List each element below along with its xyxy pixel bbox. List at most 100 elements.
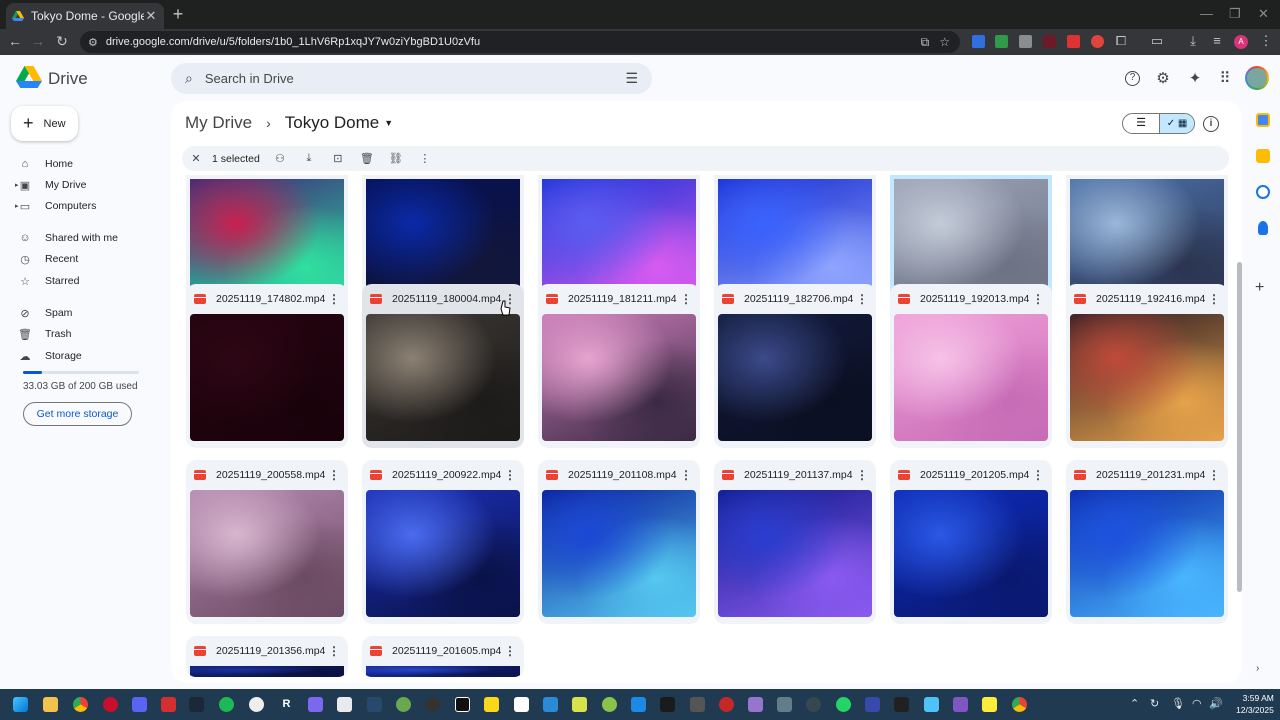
- reload-icon[interactable]: ↻: [53, 33, 71, 50]
- sidebar-item-spam[interactable]: ⊘ Spam: [18, 304, 72, 322]
- details-info-icon[interactable]: i: [1203, 116, 1219, 132]
- wifi-icon[interactable]: ◠: [1192, 697, 1202, 710]
- bookmark-star-icon[interactable]: ☆: [939, 35, 950, 49]
- file-card[interactable]: 20251119_200558.mp4 ⋮: [186, 460, 348, 624]
- install-app-icon[interactable]: ⧉: [921, 35, 930, 50]
- more-options-icon[interactable]: ⋮: [1208, 468, 1220, 482]
- video-thumbnail[interactable]: [1070, 490, 1224, 617]
- tab-close-icon[interactable]: ✕: [144, 8, 158, 24]
- file-card[interactable]: 20251119_192013.mp4 ⋮: [890, 284, 1052, 448]
- video-thumbnail[interactable]: [366, 490, 520, 617]
- video-thumbnail[interactable]: [366, 314, 520, 441]
- account-avatar[interactable]: [1245, 66, 1269, 90]
- more-options-icon[interactable]: ⋮: [328, 468, 340, 482]
- app-icon[interactable]: [249, 697, 264, 712]
- file-card[interactable]: 20251119_201108.mp4 ⋮: [538, 460, 700, 624]
- extension-icon[interactable]: [1043, 35, 1056, 48]
- gemini-sparkle-icon[interactable]: ✦: [1186, 70, 1204, 88]
- app-icon[interactable]: [572, 697, 587, 712]
- file-card[interactable]: 20251119_200922.mp4 ⋮: [362, 460, 524, 624]
- more-options-icon[interactable]: ⋮: [1032, 468, 1044, 482]
- tab-search-icon[interactable]: ▭: [1149, 33, 1165, 49]
- app-icon[interactable]: [690, 697, 705, 712]
- tasks-icon[interactable]: [1256, 185, 1270, 199]
- calendar-icon[interactable]: [1256, 113, 1270, 127]
- sidebar-item-storage[interactable]: ☁ Storage: [18, 347, 82, 365]
- tray-overflow-icon[interactable]: ⌃: [1130, 697, 1139, 710]
- file-card[interactable]: 20251119_192416.mp4 ⋮: [1066, 284, 1228, 448]
- app-icon[interactable]: [308, 697, 323, 712]
- more-options-icon[interactable]: ⋮: [1208, 292, 1220, 306]
- app-icon[interactable]: [806, 697, 821, 712]
- spotify-icon[interactable]: [219, 697, 234, 712]
- file-card[interactable]: 20251119_201605.mp4 ⋮: [362, 636, 524, 677]
- window-close-icon[interactable]: ✕: [1258, 6, 1269, 22]
- opera-icon[interactable]: [103, 697, 118, 712]
- app-icon[interactable]: [337, 697, 352, 712]
- new-button[interactable]: + New: [11, 106, 78, 141]
- chrome-profile-icon[interactable]: [1012, 697, 1027, 712]
- sidebar-item-computers[interactable]: ▸ ▭ Computers: [15, 197, 96, 215]
- get-more-storage-button[interactable]: Get more storage: [23, 402, 132, 426]
- sheets-extension-icon[interactable]: [995, 35, 1008, 48]
- app-icon[interactable]: [924, 697, 939, 712]
- breadcrumb-my-drive[interactable]: My Drive: [185, 113, 252, 133]
- site-info-icon[interactable]: ⚙: [88, 36, 98, 49]
- sidebar-item-recent[interactable]: ◷ Recent: [18, 250, 78, 268]
- settings-gear-icon[interactable]: ⚙: [1154, 70, 1172, 88]
- more-options-icon[interactable]: ⋮: [504, 468, 516, 482]
- video-thumbnail[interactable]: [542, 490, 696, 617]
- add-addon-icon[interactable]: +: [1255, 279, 1264, 297]
- sidebar-item-shared[interactable]: ☺ Shared with me: [18, 229, 118, 247]
- expand-caret-icon[interactable]: ▸: [15, 202, 19, 210]
- search-options-icon[interactable]: ☰: [625, 70, 638, 87]
- sidebar-item-trash[interactable]: 🗑 Trash: [18, 325, 71, 343]
- app-icon[interactable]: [894, 697, 909, 712]
- app-icon[interactable]: [953, 697, 968, 712]
- video-thumbnail[interactable]: [190, 314, 344, 441]
- app-icon[interactable]: [777, 697, 792, 712]
- video-thumbnail[interactable]: [894, 314, 1048, 441]
- app-icon[interactable]: [660, 697, 675, 712]
- forward-icon[interactable]: →: [29, 33, 47, 49]
- notepad-icon[interactable]: [514, 697, 529, 712]
- sidebar-item-starred[interactable]: ☆ Starred: [18, 272, 79, 290]
- trash-icon[interactable]: 🗑: [357, 152, 377, 165]
- app-icon[interactable]: [748, 697, 763, 712]
- start-icon[interactable]: [13, 697, 28, 712]
- app-icon[interactable]: [602, 697, 617, 712]
- more-options-icon[interactable]: ⋮: [504, 644, 516, 658]
- app-icon[interactable]: [367, 697, 382, 712]
- tray-mic-icon[interactable]: 🎙: [1171, 697, 1185, 710]
- sticky-notes-icon[interactable]: [982, 697, 997, 712]
- video-thumbnail[interactable]: [1070, 314, 1224, 441]
- new-tab-icon[interactable]: +: [168, 4, 188, 25]
- file-card[interactable]: 20251119_182706.mp4 ⋮: [714, 284, 876, 448]
- browser-menu-icon[interactable]: ⋮: [1258, 33, 1274, 49]
- app-icon[interactable]: [631, 697, 646, 712]
- folder-dropdown-icon[interactable]: ▼: [384, 118, 393, 128]
- more-options-icon[interactable]: ⋮: [680, 292, 692, 306]
- more-options-icon[interactable]: ⋮: [680, 468, 692, 482]
- maximize-icon[interactable]: ❐: [1229, 6, 1241, 22]
- app-icon[interactable]: [396, 697, 411, 712]
- kakaotalk-icon[interactable]: [484, 697, 499, 712]
- contacts-icon[interactable]: [1258, 221, 1268, 235]
- more-options-icon[interactable]: ⋮: [1032, 292, 1044, 306]
- more-options-icon[interactable]: ⋮: [328, 292, 340, 306]
- address-bar[interactable]: ⚙ drive.google.com/drive/u/5/folders/1b0…: [80, 31, 960, 53]
- more-options-icon[interactable]: ⋮: [328, 644, 340, 658]
- file-card[interactable]: 20251119_201205.mp4 ⋮: [890, 460, 1052, 624]
- list-view-icon[interactable]: ☰: [1123, 114, 1159, 133]
- more-options-icon[interactable]: ⋮: [856, 468, 868, 482]
- video-thumbnail[interactable]: [190, 490, 344, 617]
- extension-icon[interactable]: [1091, 35, 1104, 48]
- file-card[interactable]: 20251119_174802.mp4 ⋮: [186, 284, 348, 448]
- reader-extension-icon[interactable]: [1019, 35, 1032, 48]
- move-icon[interactable]: ⊡: [328, 152, 348, 165]
- file-card[interactable]: 20251119_181211.mp4 ⋮: [538, 284, 700, 448]
- video-thumbnail[interactable]: [894, 490, 1048, 617]
- system-clock[interactable]: 3:59 AM 12/3/2025: [1236, 692, 1274, 716]
- discord-icon[interactable]: [132, 697, 147, 712]
- breadcrumb-current-folder[interactable]: Tokyo Dome: [285, 113, 379, 133]
